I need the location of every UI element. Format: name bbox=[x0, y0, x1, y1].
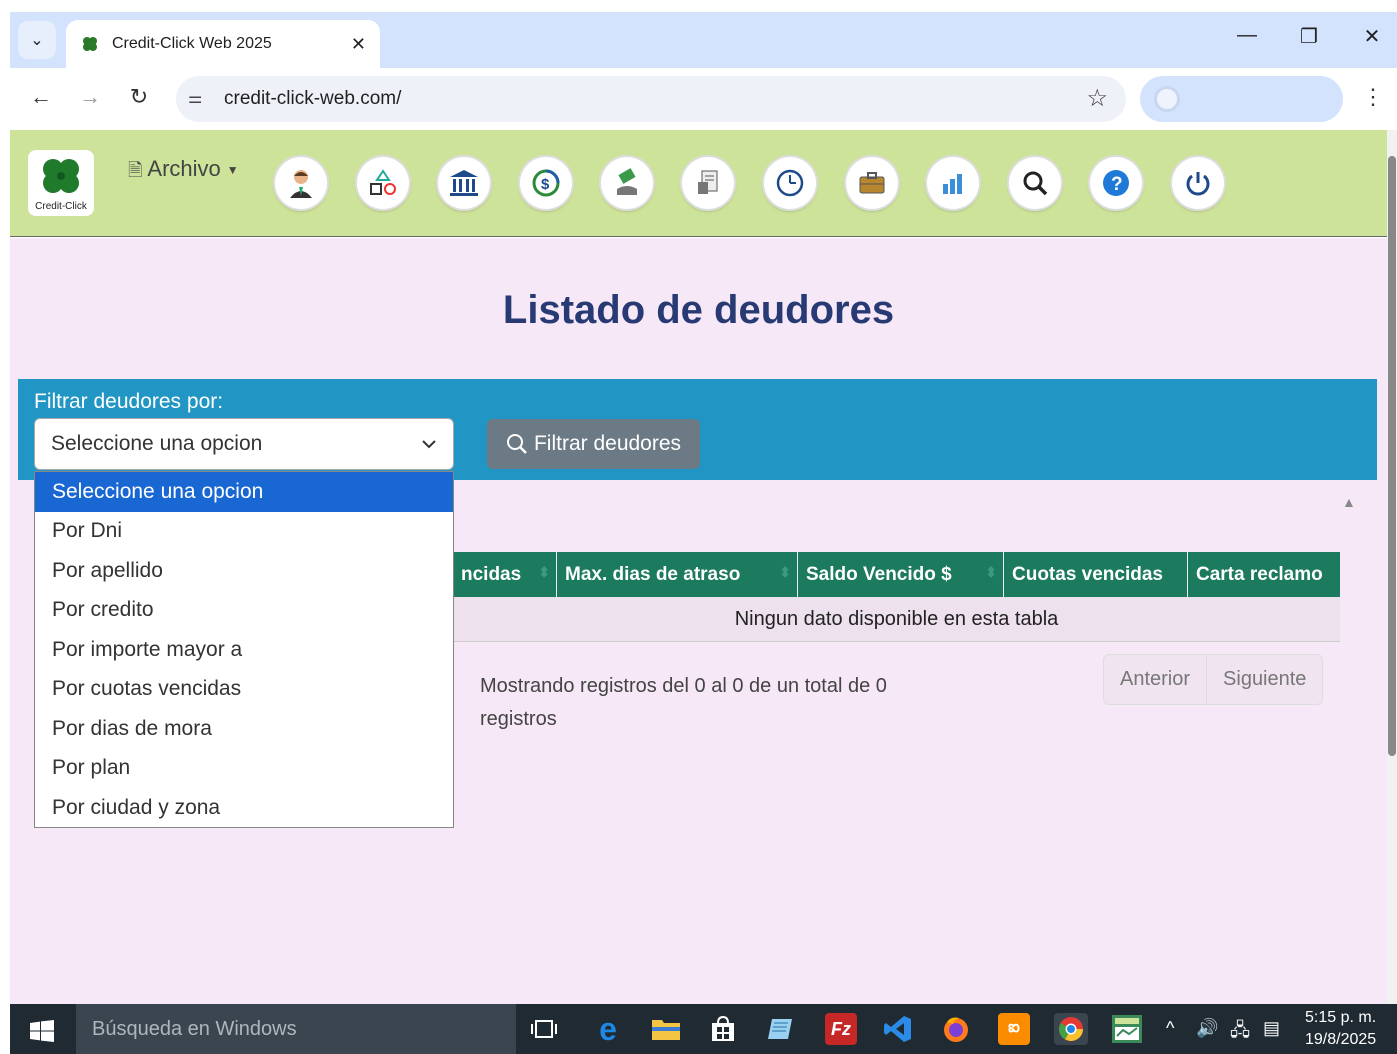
xampp-icon[interactable]: ఐ bbox=[998, 1013, 1030, 1045]
network-icon[interactable]: 🖧 bbox=[1230, 1018, 1250, 1048]
tab-close-icon[interactable]: ✕ bbox=[351, 34, 366, 55]
filter-label: Filtrar deudores por: bbox=[34, 390, 224, 413]
svg-text:?: ? bbox=[1111, 174, 1123, 195]
forward-icon[interactable]: → bbox=[75, 84, 105, 110]
minimize-icon[interactable]: — bbox=[1232, 24, 1262, 47]
tab-search-button[interactable]: ⌄ bbox=[18, 21, 56, 59]
page-title: Listado de deudores bbox=[502, 288, 895, 332]
document-icon[interactable] bbox=[682, 157, 734, 209]
column-header[interactable]: Carta reclamo bbox=[1188, 552, 1340, 597]
column-header[interactable]: Max. dias de atraso ⬍ bbox=[557, 552, 798, 597]
task-view-icon[interactable] bbox=[528, 1013, 560, 1045]
search-placeholder: Búsqueda en Windows bbox=[92, 1017, 297, 1040]
url-text: credit-click-web.com/ bbox=[224, 88, 402, 109]
column-header[interactable]: Cuotas vencidas bbox=[1004, 552, 1188, 597]
option-item[interactable]: Por cuotas vencidas bbox=[35, 670, 453, 710]
notepad-icon[interactable] bbox=[765, 1013, 797, 1045]
menu-kebab-icon[interactable]: ⋮ bbox=[1362, 84, 1384, 110]
clock-time: 5:15 p. m. bbox=[1305, 1009, 1377, 1026]
archivo-menu[interactable]: 🗎 Archivo ▼ bbox=[128, 156, 239, 188]
briefcase-icon[interactable] bbox=[846, 157, 898, 209]
close-window-icon[interactable]: ✕ bbox=[1357, 24, 1387, 49]
clock-date: 19/8/2025 bbox=[1305, 1031, 1377, 1048]
file-icon: 🗎 bbox=[128, 160, 143, 180]
option-item[interactable]: Por ciudad y zona bbox=[35, 788, 453, 828]
next-page-button[interactable]: Siguiente bbox=[1206, 655, 1322, 704]
filter-select-value: Seleccione una opcion bbox=[51, 432, 263, 455]
profile-icon bbox=[1154, 86, 1180, 112]
column-header[interactable]: ncidas ⬍ bbox=[453, 552, 557, 597]
bank-icon[interactable] bbox=[438, 157, 490, 209]
caret-down-icon: ▼ bbox=[226, 163, 239, 178]
volume-icon[interactable]: 🔊 bbox=[1196, 1018, 1218, 1039]
sort-icon: ⬍ bbox=[538, 564, 550, 580]
sort-icon: ⬍ bbox=[779, 564, 791, 580]
logo-caption: Credit-Click bbox=[35, 201, 87, 212]
page-scrollbar[interactable] bbox=[1387, 130, 1397, 1004]
vscode-icon[interactable] bbox=[882, 1013, 914, 1045]
restore-icon[interactable]: ❐ bbox=[1294, 24, 1324, 49]
option-item[interactable]: Seleccione una opcion bbox=[35, 472, 453, 512]
edge-icon[interactable]: e bbox=[592, 1011, 624, 1047]
tab-title: Credit-Click Web 2025 bbox=[112, 35, 272, 52]
notifications-icon[interactable]: ▤ bbox=[1263, 1018, 1280, 1039]
credit-app-icon[interactable] bbox=[1111, 1013, 1143, 1045]
option-item[interactable]: Por dias de mora bbox=[35, 709, 453, 749]
table-header: ncidas ⬍ Max. dias de atraso ⬍ Saldo Venci… bbox=[453, 552, 1340, 597]
option-item[interactable]: Por Dni bbox=[35, 512, 453, 552]
shapes-icon[interactable] bbox=[357, 157, 409, 209]
previous-page-button[interactable]: Anterior bbox=[1104, 655, 1206, 704]
scrollbar-thumb[interactable] bbox=[1388, 156, 1396, 756]
site-settings-icon[interactable]: ⚌ bbox=[188, 88, 202, 108]
option-item[interactable]: Por plan bbox=[35, 749, 453, 789]
archivo-label: Archivo bbox=[147, 156, 221, 181]
money-cycle-icon[interactable]: $ bbox=[520, 157, 572, 209]
svg-text:$: $ bbox=[541, 176, 550, 193]
help-icon[interactable]: ? bbox=[1090, 157, 1142, 209]
credit-click-logo[interactable]: Credit-Click bbox=[28, 150, 94, 216]
taskbar-clock[interactable]: 5:15 p. m. 19/8/2025 bbox=[1305, 1007, 1376, 1051]
clover-logo-icon bbox=[43, 159, 79, 193]
reload-icon[interactable]: ↻ bbox=[124, 84, 154, 110]
option-item[interactable]: Por apellido bbox=[35, 551, 453, 591]
filezilla-icon[interactable]: Fz bbox=[825, 1013, 857, 1045]
chevron-down-icon bbox=[422, 440, 436, 449]
firefox-icon[interactable] bbox=[940, 1013, 972, 1045]
tray-chevron-up-icon[interactable]: ^ bbox=[1166, 1018, 1174, 1039]
filter-button-label: Filtrar deudores bbox=[533, 432, 682, 455]
bar-chart-icon[interactable] bbox=[927, 157, 979, 209]
sort-icon: ⬍ bbox=[985, 564, 997, 580]
clover-favicon-icon bbox=[80, 34, 100, 54]
store-icon[interactable] bbox=[707, 1013, 739, 1045]
empty-table-message: Ningun dato disponible en esta tabla bbox=[453, 597, 1340, 642]
windows-search-box[interactable]: Búsqueda en Windows bbox=[76, 1004, 516, 1054]
user-icon[interactable] bbox=[275, 157, 327, 209]
back-icon[interactable]: ← bbox=[26, 84, 56, 110]
column-header[interactable]: Saldo Vencido $ ⬍ bbox=[798, 552, 1004, 597]
filter-button[interactable]: Filtrar deudores bbox=[487, 419, 700, 469]
clock-icon[interactable] bbox=[764, 157, 816, 209]
search-icon bbox=[506, 434, 527, 454]
table-info: Mostrando registros del 0 al 0 de un tot… bbox=[480, 675, 887, 730]
bookmark-star-icon[interactable]: ☆ bbox=[1086, 84, 1108, 113]
file-explorer-icon[interactable] bbox=[650, 1013, 682, 1045]
hand-money-icon[interactable] bbox=[601, 157, 653, 209]
filter-options-list: Seleccione una opcion Por Dni Por apelli… bbox=[34, 471, 454, 828]
pagination: Anterior Siguiente bbox=[1103, 654, 1324, 705]
browser-tab[interactable]: Credit-Click Web 2025 ✕ bbox=[66, 20, 380, 68]
address-bar[interactable]: ⚌ credit-click-web.com/ ☆ bbox=[176, 76, 1126, 122]
option-item[interactable]: Por credito bbox=[35, 591, 453, 631]
profile-button[interactable] bbox=[1140, 76, 1343, 122]
windows-start-icon[interactable] bbox=[30, 1020, 54, 1042]
option-item[interactable]: Por importe mayor a bbox=[35, 630, 453, 670]
chrome-icon[interactable] bbox=[1054, 1013, 1088, 1045]
power-icon[interactable] bbox=[1172, 157, 1224, 209]
table-scroll-up-icon[interactable]: ▲ bbox=[1342, 494, 1356, 510]
filter-select[interactable]: Seleccione una opcion bbox=[34, 418, 454, 470]
search-icon[interactable] bbox=[1009, 157, 1061, 209]
